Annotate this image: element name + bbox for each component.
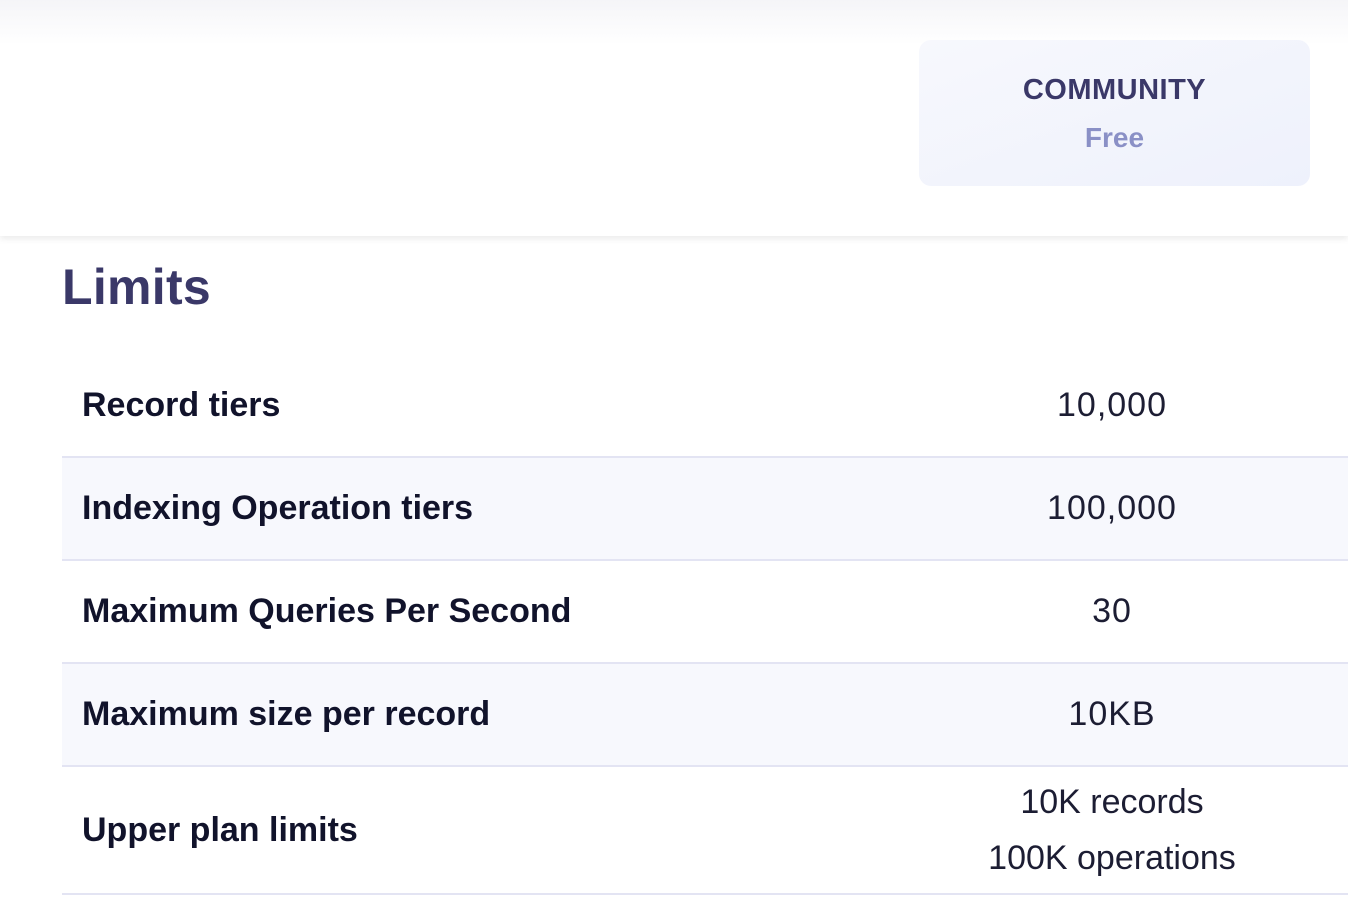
row-value: 10KB bbox=[1068, 695, 1156, 733]
row-value: 10,000 bbox=[1057, 386, 1167, 424]
limits-table: Record tiers 10,000 Indexing Operation t… bbox=[62, 355, 1348, 895]
row-label: Upper plan limits bbox=[82, 810, 358, 849]
row-label: Record tiers bbox=[82, 386, 281, 424]
table-row: Maximum size per record 10KB bbox=[62, 664, 1348, 767]
section-title: Limits bbox=[62, 259, 212, 315]
table-row: Indexing Operation tiers 100,000 bbox=[62, 458, 1348, 561]
row-value: 30 bbox=[1092, 592, 1132, 630]
row-label: Maximum Queries Per Second bbox=[82, 592, 572, 630]
row-label: Indexing Operation tiers bbox=[82, 489, 474, 527]
plan-header: COMMUNITY Free bbox=[0, 0, 1348, 236]
table-row: Maximum Queries Per Second 30 bbox=[62, 561, 1348, 664]
row-value: 100,000 bbox=[1047, 489, 1177, 527]
table-row: Record tiers 10,000 bbox=[62, 355, 1348, 458]
table-row: Upper plan limits 10K records 100K opera… bbox=[62, 767, 1348, 895]
plan-name: COMMUNITY bbox=[1022, 74, 1207, 106]
plan-card-community[interactable]: COMMUNITY Free bbox=[919, 40, 1310, 186]
row-value-line: 100K operations bbox=[988, 839, 1236, 877]
row-value-line: 10K records bbox=[1020, 783, 1204, 821]
row-value-multiline: 10K records 100K operations bbox=[912, 774, 1312, 886]
plan-price: Free bbox=[1084, 122, 1145, 153]
row-label: Maximum size per record bbox=[82, 695, 491, 733]
pricing-page: COMMUNITY Free Limits Record tiers 10,00… bbox=[0, 0, 1348, 924]
